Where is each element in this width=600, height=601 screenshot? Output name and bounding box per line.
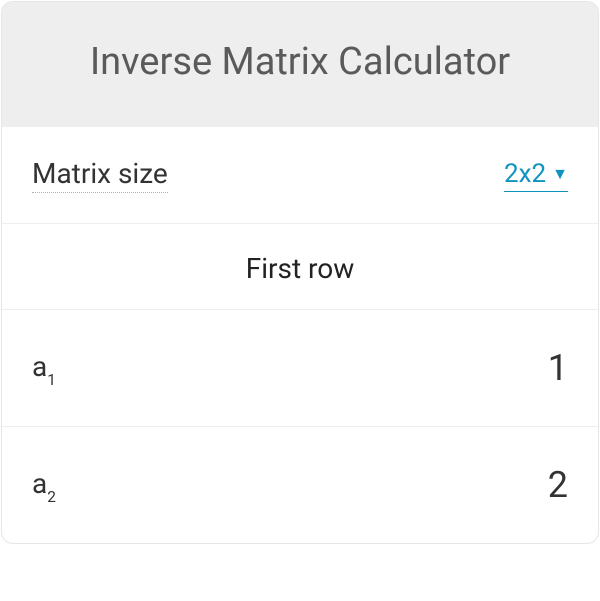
matrix-size-label: Matrix size [32,157,168,193]
calculator-card: Inverse Matrix Calculator Matrix size 2x… [1,1,599,544]
cell-a2-label: a2 [32,467,56,504]
chevron-down-icon: ▼ [552,164,568,184]
cell-a2-value[interactable]: 2 [548,464,568,506]
matrix-size-select[interactable]: 2x2 ▼ [504,159,568,192]
matrix-size-row: Matrix size 2x2 ▼ [32,127,568,223]
cell-a2-row-wrap: a2 2 [2,426,598,543]
cell-a1-row: a1 1 [32,310,568,426]
matrix-size-value: 2x2 [504,159,546,189]
cell-a1-label: a1 [32,350,56,387]
cell-a1-value[interactable]: 1 [548,347,568,389]
cell-a1-row-wrap: a1 1 [2,309,598,426]
first-row-section: First row [2,223,598,309]
cell-a2-row: a2 2 [32,427,568,543]
title-bar: Inverse Matrix Calculator [2,2,598,126]
first-row-heading: First row [32,224,568,309]
page-title: Inverse Matrix Calculator [32,40,568,84]
matrix-size-section: Matrix size 2x2 ▼ [2,126,598,223]
